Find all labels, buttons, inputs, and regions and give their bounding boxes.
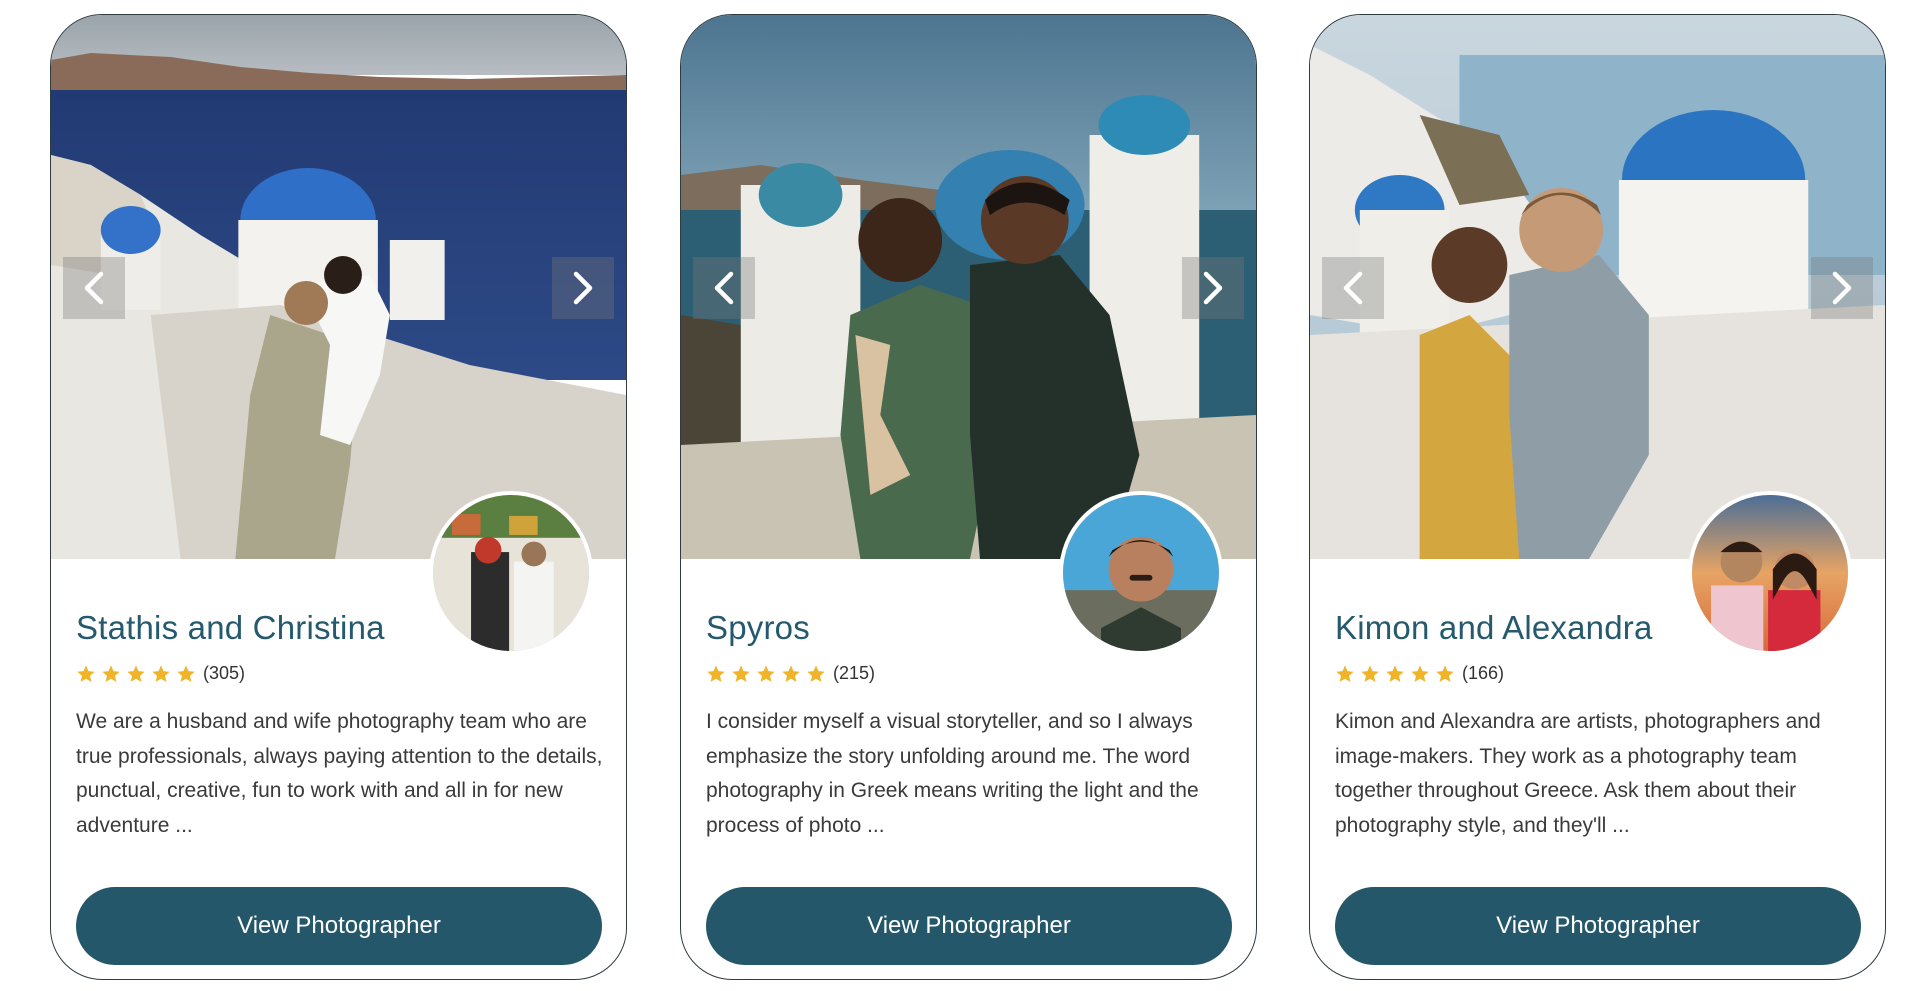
- star-icon: [1410, 664, 1430, 684]
- view-photographer-button[interactable]: View Photographer: [706, 887, 1232, 965]
- star-rating: (215): [706, 663, 875, 684]
- star-icon: [706, 664, 726, 684]
- star-icon: [176, 664, 196, 684]
- star-rating: (166): [1335, 663, 1504, 684]
- photographer-avatar[interactable]: [1059, 491, 1223, 655]
- chevron-right-icon: [573, 271, 593, 305]
- previous-photo-button[interactable]: [693, 257, 755, 319]
- star-icon: [781, 664, 801, 684]
- photographer-description: We are a husband and wife photography te…: [76, 710, 603, 837]
- chevron-right-icon: [1203, 271, 1223, 305]
- cover-photo: [681, 15, 1256, 559]
- photographer-avatar[interactable]: [429, 491, 593, 655]
- chevron-left-icon: [84, 271, 104, 305]
- star-icon: [76, 664, 96, 684]
- cover-photo: [1310, 15, 1885, 559]
- photographer-cards: Stathis and Christina (305) We are a hus…: [0, 0, 1920, 991]
- photographer-name[interactable]: Spyros: [706, 609, 810, 647]
- view-photographer-button[interactable]: View Photographer: [1335, 887, 1861, 965]
- previous-photo-button[interactable]: [63, 257, 125, 319]
- star-icon: [731, 664, 751, 684]
- view-photographer-button[interactable]: View Photographer: [76, 887, 602, 965]
- chevron-left-icon: [714, 271, 734, 305]
- star-icon: [756, 664, 776, 684]
- photographer-card: Spyros (215) I consider myself a visual …: [680, 14, 1257, 980]
- star-rating: (305): [76, 663, 245, 684]
- photographer-card: Kimon and Alexandra (166) Kimon and Alex…: [1309, 14, 1886, 980]
- star-icon: [1435, 664, 1455, 684]
- review-count: (166): [1462, 663, 1505, 683]
- star-icon: [126, 664, 146, 684]
- next-photo-button[interactable]: [552, 257, 614, 319]
- photographer-card: Stathis and Christina (305) We are a hus…: [50, 14, 627, 980]
- photographer-avatar[interactable]: [1688, 491, 1852, 655]
- previous-photo-button[interactable]: [1322, 257, 1384, 319]
- next-photo-button[interactable]: [1811, 257, 1873, 319]
- star-icon: [151, 664, 171, 684]
- review-count: (305): [203, 663, 246, 683]
- chevron-right-icon: [1832, 271, 1852, 305]
- star-icon: [1385, 664, 1405, 684]
- star-icon: [101, 664, 121, 684]
- star-icon: [806, 664, 826, 684]
- photographer-name[interactable]: Stathis and Christina: [76, 609, 385, 647]
- cover-photo: [51, 15, 626, 559]
- photographer-description: I consider myself a visual storyteller, …: [706, 710, 1199, 837]
- star-icon: [1335, 664, 1355, 684]
- photographer-name[interactable]: Kimon and Alexandra: [1335, 609, 1653, 647]
- photographer-description: Kimon and Alexandra are artists, photogr…: [1335, 710, 1821, 837]
- star-icon: [1360, 664, 1380, 684]
- review-count: (215): [833, 663, 876, 683]
- chevron-left-icon: [1343, 271, 1363, 305]
- next-photo-button[interactable]: [1182, 257, 1244, 319]
